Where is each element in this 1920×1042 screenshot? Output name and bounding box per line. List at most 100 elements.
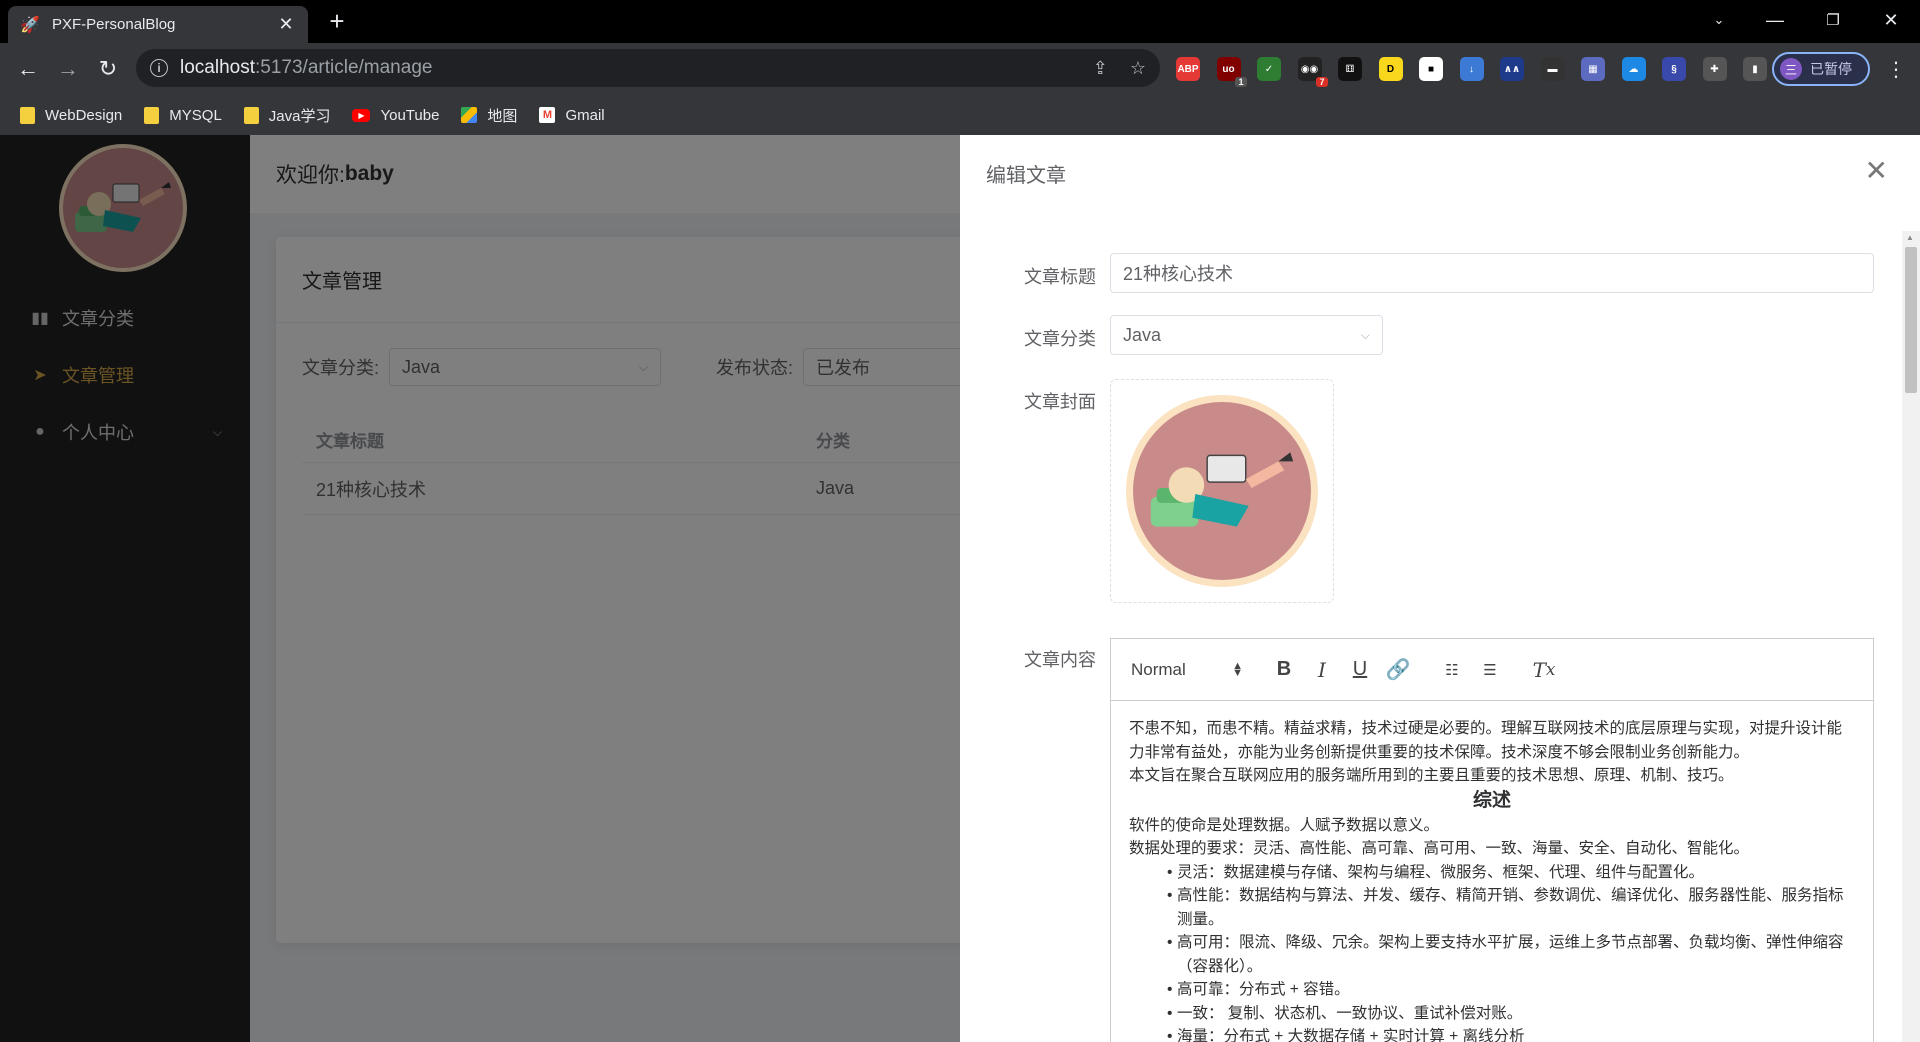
drawer-title: 编辑文章 bbox=[986, 165, 1066, 187]
address-bar[interactable]: i localhost :5173/article/manage ⇪ ☆ bbox=[136, 49, 1160, 87]
yt-icon: ▶ bbox=[352, 108, 371, 122]
content-list: 灵活：数据建模与存储、架构与编程、微服务、框架、代理、组件与配置化。 高性能：数… bbox=[1129, 861, 1855, 1042]
bullet-list-icon[interactable]: ☰ bbox=[1477, 657, 1503, 683]
rich-text-editor: Normal ▲ ▼ B I U 🔗 ☷ ☰ Tx 不患不知，而患不精。精益求精，… bbox=[1110, 638, 1874, 1042]
back-button[interactable]: ← bbox=[14, 55, 42, 83]
tampermonkey-extension-icon[interactable]: ◉◉ 7 bbox=[1297, 57, 1328, 87]
browser-toolbar: ← → ↻ i localhost :5173/article/manage ⇪… bbox=[0, 43, 1920, 95]
list-item: 一致： 复制、状态机、一致协议、重试补偿对账。 bbox=[1167, 1002, 1855, 1026]
bookmark-label: WebDesign bbox=[45, 106, 123, 124]
bookmark-webdesign[interactable]: WebDesign bbox=[20, 106, 123, 124]
adblock-plus-extension-icon[interactable]: ABP bbox=[1176, 57, 1200, 81]
app: ▮▮ 文章分类 ➤ 文章管理 ● 个人中心 ⌵ 欢迎你: baby 文章管理 文… bbox=[0, 135, 1920, 1042]
content-paragraph: 软件的使命是处理数据。人赋予数据以意义。 bbox=[1129, 816, 1440, 834]
bookmark-label: MYSQL bbox=[169, 106, 222, 124]
category-select-value: Java bbox=[1123, 324, 1162, 345]
bookmark-label: YouTube bbox=[380, 106, 440, 124]
bookmark-label: Java学习 bbox=[268, 107, 331, 125]
bookmark-star-icon[interactable]: ☆ bbox=[1130, 58, 1146, 79]
list-item: 海量：分布式 + 大数据存储 + 实时计算 + 离线分析 bbox=[1167, 1025, 1855, 1042]
category-label: 文章分类 bbox=[1024, 329, 1096, 349]
share-icon[interactable]: ⇪ bbox=[1093, 58, 1108, 79]
title-input[interactable]: 21种核心技术 bbox=[1110, 253, 1874, 293]
bookmark-mysql[interactable]: MYSQL bbox=[144, 106, 222, 124]
browser-menu-icon[interactable]: ⋮ bbox=[1886, 57, 1906, 82]
link-icon[interactable]: 🔗 bbox=[1385, 657, 1411, 683]
content-label: 文章内容 bbox=[1024, 650, 1096, 670]
title-label: 文章标题 bbox=[1024, 267, 1096, 287]
content-heading: 综述 bbox=[1472, 789, 1511, 811]
profile-avatar: 三 bbox=[1780, 58, 1802, 80]
site-info-icon[interactable]: i bbox=[150, 59, 168, 77]
site-favicon-icon: 🚀 bbox=[20, 16, 40, 34]
drawer-scrollbar[interactable]: ▲ bbox=[1902, 231, 1920, 1042]
editor-content[interactable]: 不患不知，而患不精。精益求精，技术过硬是必要的。理解互联网技术的底层原理与实现，… bbox=[1111, 701, 1873, 1042]
underline-icon[interactable]: U bbox=[1347, 657, 1373, 683]
ordered-list-icon[interactable]: ☷ bbox=[1439, 657, 1465, 683]
gmail-icon: M bbox=[539, 107, 556, 123]
bookmark-gmail[interactable]: M Gmail bbox=[539, 106, 605, 124]
dice-extension-icon[interactable]: ⚅ bbox=[1338, 57, 1362, 81]
scroll-up-icon[interactable]: ▲ bbox=[1906, 233, 1914, 242]
italic-icon[interactable]: I bbox=[1309, 657, 1335, 683]
cloud-extension-icon[interactable]: ☁ bbox=[1621, 57, 1646, 81]
content-paragraph: 不患不知，而患不精。精益求精，技术过硬是必要的。理解互联网技术的底层原理与实现，… bbox=[1129, 720, 1843, 761]
tab-title: PXF-PersonalBlog bbox=[52, 16, 176, 33]
list-item: 灵活：数据建模与存储、架构与编程、微服务、框架、代理、组件与配置化。 bbox=[1167, 861, 1855, 885]
tab-close-icon[interactable]: ✕ bbox=[276, 14, 296, 35]
content-paragraph: 数据处理的要求：灵活、高性能、高可靠、高可用、一致、海量、安全、自动化、智能化。 bbox=[1129, 840, 1750, 857]
bookmark-label: 地图 bbox=[487, 107, 518, 125]
list-item: 高性能：数据结构与算法、并发、缓存、精简开销、参数调优、编译优化、服务器性能、服… bbox=[1167, 884, 1855, 931]
reading-person-illustration bbox=[1150, 452, 1294, 527]
clear-format-icon[interactable]: Tx bbox=[1531, 657, 1557, 683]
category-select[interactable]: Java ⌵ bbox=[1110, 315, 1383, 355]
content-paragraph: 本文旨在聚合互联网应用的服务端所用到的主要且重要的技术思想、原理、机制、技巧。 bbox=[1129, 767, 1734, 784]
restore-button[interactable]: ❐ bbox=[1808, 0, 1858, 40]
ublock-extension-icon[interactable]: uo 1 bbox=[1216, 57, 1247, 87]
folder-icon bbox=[243, 106, 259, 124]
grid-extension-icon[interactable]: ▦ bbox=[1581, 57, 1605, 81]
reload-button[interactable]: ↻ bbox=[94, 55, 122, 83]
forward-button[interactable]: → bbox=[54, 55, 82, 83]
cover-uploader[interactable] bbox=[1110, 379, 1334, 603]
terminal-extension-icon[interactable]: ▬ bbox=[1540, 57, 1565, 81]
cover-label: 文章封面 bbox=[1024, 392, 1096, 412]
shield-extension-icon[interactable]: ✓ bbox=[1257, 57, 1281, 81]
tab-search-icon[interactable]: ⌄ bbox=[1694, 0, 1744, 40]
folder-icon bbox=[20, 106, 35, 124]
download-extension-icon[interactable]: ↓ bbox=[1459, 57, 1484, 81]
url-host: localhost bbox=[180, 57, 255, 78]
maps-icon bbox=[461, 107, 478, 123]
swirl-extension-icon[interactable]: § bbox=[1662, 57, 1686, 81]
yellow-extension-icon[interactable]: D bbox=[1378, 57, 1403, 81]
puzzle-extension-icon[interactable]: ✚ bbox=[1702, 57, 1727, 81]
cover-image bbox=[1126, 395, 1318, 587]
browser-tab[interactable]: 🚀 PXF-PersonalBlog ✕ bbox=[8, 6, 308, 43]
chevron-down-icon: ⌵ bbox=[1360, 327, 1370, 342]
bold-icon[interactable]: B bbox=[1271, 657, 1297, 683]
folder-icon bbox=[144, 106, 160, 124]
url-path: :5173/article/manage bbox=[255, 57, 433, 78]
sidepanel-extension-icon[interactable]: ▮ bbox=[1743, 57, 1767, 81]
scrollbar-thumb[interactable] bbox=[1905, 247, 1917, 393]
format-picker-value: Normal bbox=[1131, 659, 1186, 679]
bookmark-youtube[interactable]: ▶ YouTube bbox=[352, 107, 439, 124]
new-tab-button[interactable]: + bbox=[323, 8, 351, 36]
mountain-extension-icon[interactable]: ∧∧ bbox=[1500, 57, 1524, 81]
list-item: 高可用：限流、降级、冗余。架构上要支持水平扩展，运维上多节点部署、负载均衡、弹性… bbox=[1167, 931, 1855, 978]
bookmarks-bar: WebDesign MYSQL Java学习 ▶ YouTube 地图 M Gmail bbox=[0, 95, 1920, 135]
bookmark-label: Gmail bbox=[565, 106, 605, 124]
browser-tabstrip: 🚀 PXF-PersonalBlog ✕ + ⌄ — ❐ ✕ bbox=[0, 0, 1920, 43]
title-input-value: 21种核心技术 bbox=[1123, 264, 1234, 284]
bookmark-maps[interactable]: 地图 bbox=[461, 105, 517, 126]
close-icon[interactable]: ✕ bbox=[1865, 157, 1888, 185]
profile-button[interactable]: 三 已暂停 bbox=[1772, 52, 1870, 86]
format-picker[interactable]: Normal ▲ ▼ bbox=[1131, 660, 1243, 680]
minimize-button[interactable]: — bbox=[1750, 0, 1800, 40]
updown-icon: ▲ ▼ bbox=[1232, 659, 1243, 679]
edit-article-drawer: 编辑文章 ✕ 文章标题 21种核心技术 文章分类 Java ⌵ 文章封面 文章内… bbox=[960, 135, 1920, 1042]
editor-toolbar: Normal ▲ ▼ B I U 🔗 ☷ ☰ Tx bbox=[1111, 639, 1873, 701]
window-close-button[interactable]: ✕ bbox=[1866, 0, 1916, 40]
square-extension-icon[interactable]: ■ bbox=[1419, 57, 1443, 81]
bookmark-java[interactable]: Java学习 bbox=[243, 105, 331, 126]
